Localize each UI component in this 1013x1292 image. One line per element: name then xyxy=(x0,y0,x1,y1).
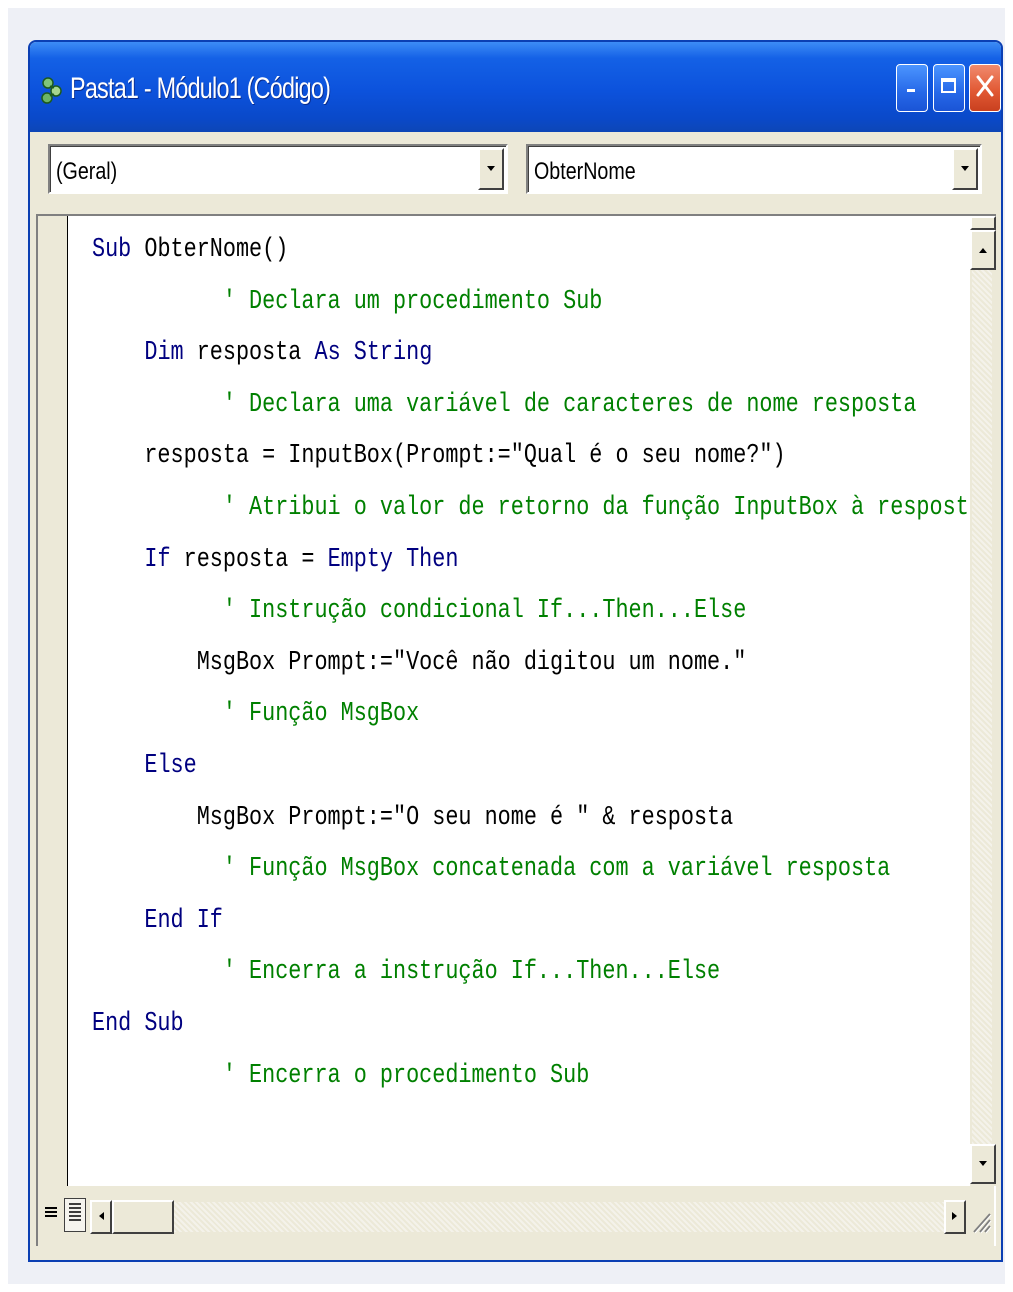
scroll-up-button[interactable] xyxy=(970,230,996,270)
code-line[interactable]: ' Função MsgBox xyxy=(92,688,982,740)
code-token: resposta xyxy=(183,337,315,368)
code-comment: ' Atribui o valor de retorno da função I… xyxy=(92,491,982,522)
minimize-icon xyxy=(904,78,920,99)
procedure-view-icon xyxy=(43,1204,59,1227)
code-line[interactable]: ' Função MsgBox concatenada com a variáv… xyxy=(92,843,982,895)
code-line[interactable]: ' Instrução condicional If...Then...Else xyxy=(92,585,982,637)
procedure-combo-value: ObterNome xyxy=(534,158,636,185)
chevron-down-icon xyxy=(959,160,971,178)
code-keyword: String xyxy=(353,337,433,368)
procedure-combo[interactable]: ObterNome xyxy=(526,144,982,194)
code-line[interactable]: Else xyxy=(92,740,982,792)
arrow-left-icon xyxy=(97,1208,105,1226)
code-comment: ' Declara um procedimento Sub xyxy=(92,285,603,316)
code-comment: ' Encerra a instrução If...Then...Else xyxy=(92,956,721,987)
code-keyword: Dim xyxy=(144,337,184,368)
vertical-scroll-track[interactable] xyxy=(972,270,992,1144)
margin-indicator-bar[interactable] xyxy=(38,216,68,1186)
title-bar[interactable]: Pasta1 - Módulo1 (Código) xyxy=(30,42,1001,132)
vertical-scrollbar[interactable] xyxy=(970,216,996,1186)
code-comment: ' Declara uma variável de caracteres de … xyxy=(92,388,917,419)
code-line[interactable]: MsgBox Prompt:="O seu nome é " & respost… xyxy=(92,792,982,844)
code-line[interactable]: ' Declara uma variável de caracteres de … xyxy=(92,379,982,431)
object-combo-dropdown-button[interactable] xyxy=(478,148,504,190)
code-comment: ' Função MsgBox concatenada com a variáv… xyxy=(92,853,891,884)
full-module-view-button[interactable] xyxy=(64,1198,86,1232)
code-editor[interactable]: Sub ObterNome() ' Declara um procediment… xyxy=(36,214,996,1246)
code-line[interactable]: End Sub xyxy=(92,998,982,1050)
window-title: Pasta1 - Módulo1 (Código) xyxy=(70,72,331,105)
code-keyword: Empty xyxy=(327,543,394,574)
code-keyword: End If xyxy=(144,904,223,935)
code-keyword: As xyxy=(314,337,341,368)
code-token: resposta = InputBox(Prompt:="Qual é o se… xyxy=(92,440,786,471)
code-token: ObterNome() xyxy=(131,234,289,264)
resize-grip-icon[interactable] xyxy=(968,1206,992,1234)
scroll-down-button[interactable] xyxy=(970,1144,996,1184)
code-line[interactable]: If resposta = Empty Then xyxy=(92,534,982,586)
code-comment: ' Instrução condicional If...Then...Else xyxy=(92,595,747,626)
code-line[interactable]: ' Declara um procedimento Sub xyxy=(92,276,982,328)
code-line[interactable]: ' Encerra o procedimento Sub xyxy=(92,1050,982,1102)
object-combo-value: (Geral) xyxy=(56,158,118,185)
arrow-down-icon xyxy=(978,1155,988,1173)
code-line[interactable]: resposta = InputBox(Prompt:="Qual é o se… xyxy=(92,430,982,482)
vertical-scroll-thumb[interactable] xyxy=(970,216,996,230)
scroll-left-button[interactable] xyxy=(90,1200,112,1234)
code-comment: ' Função MsgBox xyxy=(92,698,420,729)
code-keyword: Sub xyxy=(92,234,132,264)
object-combo[interactable]: (Geral) xyxy=(48,144,508,194)
code-toolbar: (Geral) ObterNome xyxy=(30,132,1001,216)
close-button[interactable] xyxy=(969,64,1001,112)
code-text[interactable]: Sub ObterNome() ' Declara um procediment… xyxy=(92,224,982,1101)
close-icon xyxy=(975,74,995,103)
scroll-right-button[interactable] xyxy=(944,1200,966,1234)
code-comment: ' Encerra o procedimento Sub xyxy=(92,1059,590,1090)
procedure-view-button[interactable] xyxy=(40,1198,62,1232)
procedure-combo-dropdown-button[interactable] xyxy=(952,148,978,190)
arrow-right-icon xyxy=(951,1208,959,1226)
code-keyword: Else xyxy=(144,749,197,780)
chevron-down-icon xyxy=(485,160,497,178)
maximize-icon xyxy=(940,77,958,100)
code-token: resposta = xyxy=(170,543,328,574)
full-module-view-icon xyxy=(67,1202,83,1229)
editor-bottom-bar xyxy=(38,1186,994,1246)
arrow-up-icon xyxy=(978,241,988,259)
code-line[interactable]: MsgBox Prompt:="Você não digitou um nome… xyxy=(92,637,982,689)
vba-module-icon[interactable] xyxy=(38,74,66,106)
code-line[interactable]: ' Atribui o valor de retorno da função I… xyxy=(92,482,982,534)
code-token: MsgBox Prompt:="O seu nome é " & respost… xyxy=(92,801,734,832)
maximize-button[interactable] xyxy=(933,64,965,112)
horizontal-scroll-track[interactable] xyxy=(174,1202,944,1232)
code-line[interactable]: Dim resposta As String xyxy=(92,327,982,379)
code-keyword: End Sub xyxy=(92,1007,184,1038)
code-line[interactable]: End If xyxy=(92,895,982,947)
code-window: Pasta1 - Módulo1 (Código) (Geral) ObterN… xyxy=(28,40,1003,1262)
minimize-button[interactable] xyxy=(896,64,928,112)
code-keyword: If xyxy=(144,543,171,574)
code-line[interactable]: ' Encerra a instrução If...Then...Else xyxy=(92,946,982,998)
code-keyword: Then xyxy=(406,543,459,574)
horizontal-scroll-thumb[interactable] xyxy=(112,1200,174,1234)
code-token: MsgBox Prompt:="Você não digitou um nome… xyxy=(92,646,747,677)
code-line[interactable]: Sub ObterNome() xyxy=(92,224,982,276)
